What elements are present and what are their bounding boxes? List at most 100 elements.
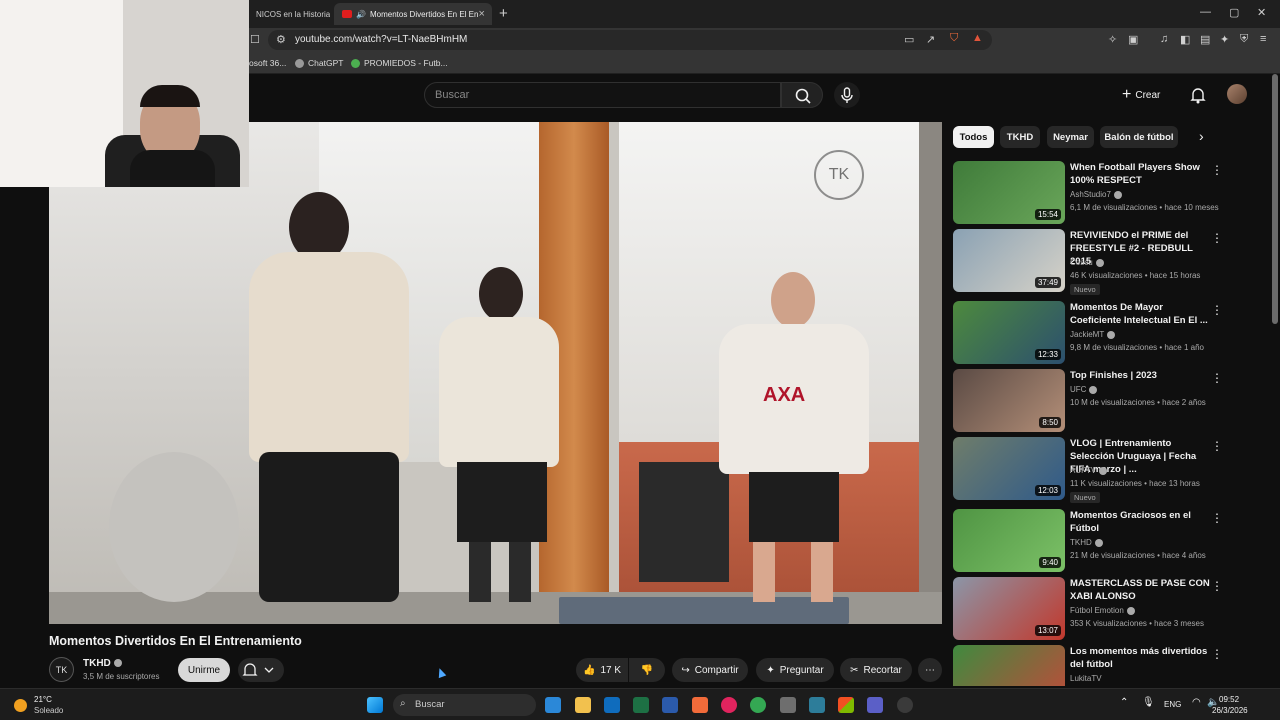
recommendation-item[interactable]: 12:03 VLOG | Entrenamiento Selección Uru… bbox=[953, 437, 1229, 503]
video-thumbnail[interactable]: 13:07 bbox=[953, 577, 1065, 640]
bookmark-item[interactable]: ChatGPT bbox=[295, 58, 343, 68]
media-player-icon[interactable] bbox=[721, 697, 737, 713]
channel-avatar[interactable]: TK bbox=[49, 657, 74, 682]
recommendation-item[interactable]: 12:33 Momentos De Mayor Coeficiente Inte… bbox=[953, 301, 1229, 365]
rec-channel[interactable]: Fútbol Emotion bbox=[1070, 606, 1135, 615]
minimize-icon[interactable]: — bbox=[1200, 6, 1211, 18]
microphone-icon[interactable]: 🎙 bbox=[1142, 697, 1155, 708]
rec-title[interactable]: Momentos Graciosos en el Fútbol bbox=[1070, 509, 1210, 535]
clock-date[interactable]: 26/3/2026 bbox=[1212, 706, 1248, 715]
browser-tab-active[interactable]: 🔊 Momentos Divertidos En El En × bbox=[334, 3, 492, 25]
rec-title[interactable]: Los momentos más divertidos del fútbol bbox=[1070, 645, 1210, 671]
app-icon[interactable] bbox=[809, 697, 825, 713]
rec-channel[interactable]: TKHD bbox=[1070, 538, 1103, 547]
chip-tkhd[interactable]: TKHD bbox=[1000, 126, 1040, 148]
leo-ai-icon[interactable]: ✦ bbox=[1220, 33, 1229, 46]
recommendation-item[interactable]: 8:50 Top Finishes | 2023 UFC 10 M de vis… bbox=[953, 369, 1229, 433]
channel-watermark[interactable]: TK bbox=[814, 150, 864, 200]
reader-icon[interactable]: ▣ bbox=[1128, 33, 1138, 46]
brave-shield-icon[interactable]: ⛉ bbox=[950, 32, 958, 45]
search-input[interactable]: Buscar bbox=[424, 82, 781, 108]
notifications-button[interactable] bbox=[1188, 85, 1208, 105]
weather-temperature[interactable]: 21°C bbox=[34, 695, 52, 704]
clock-time[interactable]: 09:52 bbox=[1219, 695, 1239, 704]
kebab-menu-icon[interactable]: ⋮ bbox=[1211, 163, 1223, 177]
cast-icon[interactable]: ▭ bbox=[904, 33, 914, 46]
wallet-icon[interactable]: ▤ bbox=[1200, 33, 1210, 46]
rec-title[interactable]: MASTERCLASS DE PASE CON XABI ALONSO bbox=[1070, 577, 1210, 603]
file-explorer-icon[interactable] bbox=[575, 697, 591, 713]
avatar[interactable] bbox=[1227, 84, 1247, 104]
bookmark-item[interactable]: PROMIEDOS - Futb... bbox=[351, 58, 448, 68]
page-scrollbar[interactable] bbox=[1270, 74, 1280, 686]
chrome-icon[interactable] bbox=[750, 697, 766, 713]
ask-button[interactable]: ✦ Preguntar bbox=[756, 658, 834, 682]
app-icon[interactable] bbox=[897, 697, 913, 713]
like-button[interactable]: 👍 17 K bbox=[576, 658, 628, 682]
video-thumbnail[interactable]: 8:50 bbox=[953, 369, 1065, 432]
chevron-up-icon[interactable]: ⌃ bbox=[1120, 697, 1128, 708]
channel-name[interactable]: TKHD bbox=[83, 658, 122, 669]
clip-button[interactable]: ✂ Recortar bbox=[840, 658, 912, 682]
video-thumbnail[interactable]: 37:49 bbox=[953, 229, 1065, 292]
video-thumbnail[interactable]: 15:54 bbox=[953, 161, 1065, 224]
menu-icon[interactable]: ≡ bbox=[1260, 33, 1266, 45]
sidebar-icon[interactable]: ◧ bbox=[1180, 33, 1190, 46]
scrollbar-thumb[interactable] bbox=[1272, 74, 1278, 324]
recommendation-item[interactable]: 15:54 When Football Players Show 100% RE… bbox=[953, 161, 1229, 225]
bookmark-icon[interactable]: ☐ bbox=[250, 33, 260, 46]
video-thumbnail[interactable]: 9:40 bbox=[953, 509, 1065, 572]
chevron-right-icon[interactable]: › bbox=[1199, 128, 1204, 144]
rec-title[interactable]: Top Finishes | 2023 bbox=[1070, 369, 1210, 382]
rec-channel[interactable]: LukitaTV bbox=[1070, 674, 1102, 683]
vscode-icon[interactable] bbox=[545, 697, 561, 713]
extensions-icon[interactable]: ✧ bbox=[1108, 33, 1117, 46]
rec-channel[interactable]: AUFTV bbox=[1070, 466, 1108, 475]
wifi-icon[interactable]: ◠ bbox=[1192, 697, 1201, 708]
share-icon[interactable]: ↗ bbox=[926, 33, 935, 46]
kebab-menu-icon[interactable]: ⋮ bbox=[1211, 647, 1223, 661]
microsoft-store-icon[interactable] bbox=[838, 697, 854, 713]
excel-icon[interactable] bbox=[633, 697, 649, 713]
kebab-menu-icon[interactable]: ⋮ bbox=[1211, 371, 1223, 385]
teams-icon[interactable] bbox=[867, 697, 883, 713]
rewards-icon[interactable]: ▲ bbox=[972, 32, 983, 44]
voice-search-button[interactable] bbox=[834, 82, 860, 108]
kebab-menu-icon[interactable]: ⋮ bbox=[1211, 231, 1223, 245]
maximize-icon[interactable]: ▢ bbox=[1229, 6, 1239, 19]
create-button[interactable]: + Crear bbox=[1122, 84, 1176, 106]
join-button[interactable]: Unirme bbox=[178, 658, 230, 682]
video-thumbnail[interactable]: 12:03 bbox=[953, 437, 1065, 500]
kebab-menu-icon[interactable]: ⋮ bbox=[1211, 579, 1223, 593]
weather-condition[interactable]: Soleado bbox=[34, 706, 63, 715]
close-tab-icon[interactable]: × bbox=[478, 8, 484, 20]
rec-channel[interactable]: JackieMT bbox=[1070, 330, 1116, 339]
video-thumbnail[interactable] bbox=[953, 645, 1065, 686]
recommendation-item[interactable]: 13:07 MASTERCLASS DE PASE CON XABI ALONS… bbox=[953, 577, 1229, 641]
rec-channel[interactable]: UFC bbox=[1070, 385, 1098, 394]
rec-channel[interactable]: AshStudio7 bbox=[1070, 190, 1122, 199]
taskbar-search[interactable]: ⌕ Buscar bbox=[393, 694, 536, 716]
search-button[interactable] bbox=[781, 82, 823, 108]
recommendation-item[interactable]: 9:40 Momentos Graciosos en el Fútbol TKH… bbox=[953, 509, 1229, 573]
windows-start-icon[interactable] bbox=[367, 697, 383, 713]
kebab-menu-icon[interactable]: ⋮ bbox=[1211, 439, 1223, 453]
share-button[interactable]: ↪ Compartir bbox=[672, 658, 748, 682]
rec-channel[interactable]: Coscu bbox=[1070, 258, 1104, 267]
app-icon[interactable] bbox=[780, 697, 796, 713]
rec-title[interactable]: Momentos De Mayor Coeficiente Intelectua… bbox=[1070, 301, 1210, 327]
recommendation-item[interactable]: 37:49 REVIVIENDO el PRIME del FREESTYLE … bbox=[953, 229, 1229, 295]
chip-neymar[interactable]: Neymar bbox=[1047, 126, 1094, 148]
video-thumbnail[interactable]: 12:33 bbox=[953, 301, 1065, 364]
vpn-icon[interactable]: ⛨ bbox=[1240, 33, 1248, 46]
word-icon[interactable] bbox=[662, 697, 678, 713]
outlook-icon[interactable] bbox=[604, 697, 620, 713]
brave-browser-icon[interactable] bbox=[692, 697, 708, 713]
dislike-button[interactable]: 👎 bbox=[629, 658, 665, 682]
site-info-icon[interactable]: ⚙ bbox=[276, 33, 286, 46]
bookmark-item[interactable]: osoft 36... bbox=[249, 58, 286, 68]
kebab-menu-icon[interactable]: ⋮ bbox=[1211, 303, 1223, 317]
language-indicator[interactable]: ENG bbox=[1164, 700, 1181, 709]
url-field[interactable]: ⚙ youtube.com/watch?v=LT-NaeBHmHM ▭ ↗ ⛉ … bbox=[268, 30, 992, 50]
chip-balon[interactable]: Balón de fútbol bbox=[1100, 126, 1178, 148]
